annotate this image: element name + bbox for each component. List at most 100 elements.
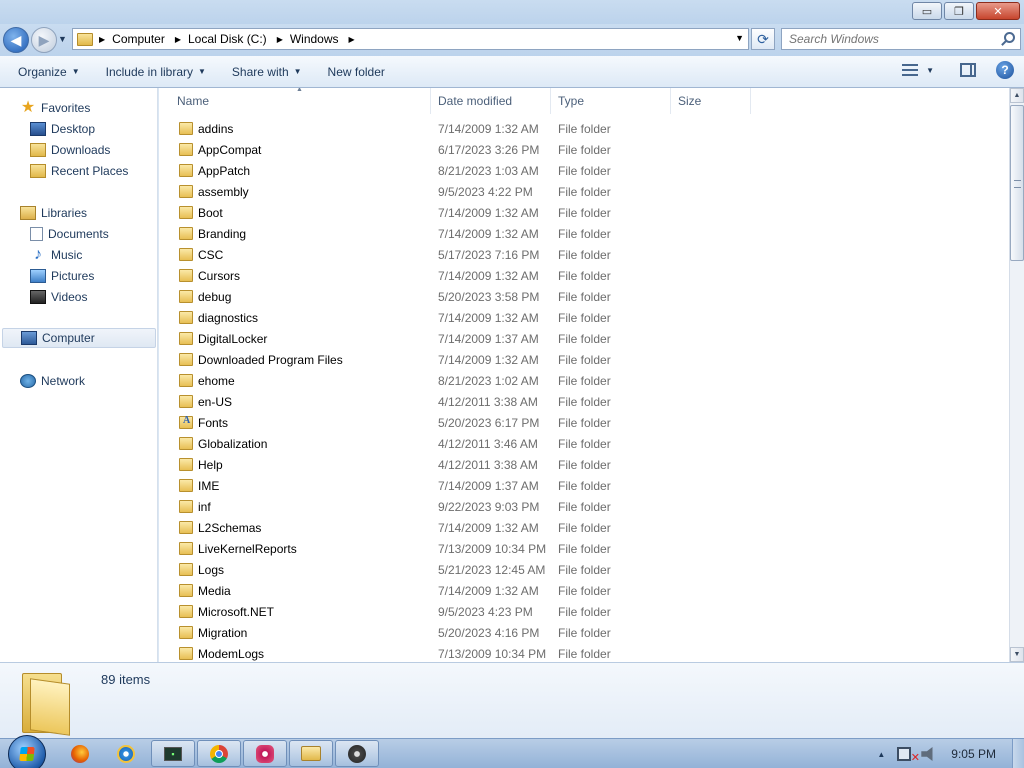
organize-button[interactable]: Organize ▼ (12, 60, 86, 84)
refresh-button[interactable]: ⟳ (751, 28, 775, 50)
clock[interactable]: 9:05 PM (951, 747, 996, 761)
vertical-scrollbar[interactable]: ▲ ▼ (1009, 88, 1024, 662)
scroll-down-button[interactable]: ▼ (1010, 647, 1024, 662)
nav-pictures[interactable]: Pictures (30, 266, 94, 286)
firefox-icon[interactable] (58, 740, 102, 767)
breadcrumb-arrow-icon[interactable]: ▶ (349, 35, 355, 44)
file-row[interactable]: L2Schemas 7/14/2009 1:32 AM File folder (159, 517, 1009, 538)
column-header-size[interactable]: Size (671, 88, 751, 114)
column-header-date-modified[interactable]: Date modified (431, 88, 551, 114)
file-name-cell[interactable]: Logs (159, 563, 431, 577)
file-row[interactable]: addins 7/14/2009 1:32 AM File folder (159, 118, 1009, 139)
nav-downloads[interactable]: Downloads (30, 140, 110, 160)
file-name-cell[interactable]: assembly (159, 185, 431, 199)
file-row[interactable]: Fonts 5/20/2023 6:17 PM File folder (159, 412, 1009, 433)
search-icon[interactable] (1004, 32, 1015, 43)
search-box[interactable] (781, 28, 1021, 50)
nav-network[interactable]: Network (20, 371, 85, 391)
file-row[interactable]: Media 7/14/2009 1:32 AM File folder (159, 580, 1009, 601)
breadcrumb-arrow-icon[interactable]: ▶ (99, 35, 105, 44)
disk-app-icon[interactable] (335, 740, 379, 767)
file-row[interactable]: Downloaded Program Files 7/14/2009 1:32 A… (159, 349, 1009, 370)
file-row[interactable]: DigitalLocker 7/14/2009 1:37 AM File folde… (159, 328, 1009, 349)
file-name-cell[interactable]: LiveKernelReports (159, 542, 431, 556)
file-row[interactable]: Help 4/12/2011 3:38 AM File folder (159, 454, 1009, 475)
file-name-cell[interactable]: en-US (159, 395, 431, 409)
file-name-cell[interactable]: L2Schemas (159, 521, 431, 535)
column-header-name[interactable]: Name ▲ (159, 88, 431, 114)
chrome-icon[interactable] (197, 740, 241, 767)
file-name-cell[interactable]: CSC (159, 248, 431, 262)
file-row[interactable]: Cursors 7/14/2009 1:32 AM File folder (159, 265, 1009, 286)
address-bar[interactable]: ▶ Computer ▶ Local Disk (C:) ▶ Windows ▶… (72, 28, 749, 50)
breadcrumb-arrow-icon[interactable]: ▶ (175, 35, 181, 44)
file-row[interactable]: Boot 7/14/2009 1:32 AM File folder (159, 202, 1009, 223)
file-row[interactable]: debug 5/20/2023 3:58 PM File folder (159, 286, 1009, 307)
file-name-cell[interactable]: debug (159, 290, 431, 304)
file-name-cell[interactable]: Help (159, 458, 431, 472)
volume-muted-icon[interactable] (921, 747, 933, 761)
file-name-cell[interactable]: Globalization (159, 437, 431, 451)
address-dropdown-icon[interactable]: ▼ (735, 33, 744, 43)
start-button[interactable] (8, 735, 46, 768)
nav-desktop[interactable]: Desktop (30, 119, 95, 139)
share-with-button[interactable]: Share with ▼ (226, 60, 308, 84)
file-row[interactable]: IME 7/14/2009 1:37 AM File folder (159, 475, 1009, 496)
nav-documents[interactable]: Documents (30, 224, 109, 244)
file-name-cell[interactable]: Cursors (159, 269, 431, 283)
internet-explorer-icon[interactable] (104, 740, 148, 767)
minimize-button[interactable]: ▭ (912, 2, 942, 20)
help-icon[interactable]: ? (996, 61, 1014, 79)
file-row[interactable]: assembly 9/5/2023 4:22 PM File folder (159, 181, 1009, 202)
file-row[interactable]: Logs 5/21/2023 12:45 AM File folder (159, 559, 1009, 580)
recent-pages-dropdown[interactable]: ▼ (58, 34, 67, 44)
breadcrumb-arrow-icon[interactable]: ▶ (277, 35, 283, 44)
file-row[interactable]: Microsoft.NET 9/5/2023 4:23 PM File folder (159, 601, 1009, 622)
breadcrumb-windows[interactable]: ▶ Windows (277, 32, 349, 46)
file-explorer-icon[interactable] (289, 740, 333, 767)
nav-recent-places[interactable]: Recent Places (30, 161, 128, 181)
file-name-cell[interactable]: ModemLogs (159, 647, 431, 661)
show-desktop-button[interactable] (1012, 739, 1024, 768)
nav-computer[interactable]: Computer (2, 328, 156, 348)
file-row[interactable]: diagnostics 7/14/2009 1:32 AM File folder (159, 307, 1009, 328)
close-button[interactable]: ✕ (976, 2, 1020, 20)
network-status-icon[interactable] (897, 747, 912, 761)
terminal-icon[interactable]: ▪ (151, 740, 195, 767)
file-name-cell[interactable]: AppCompat (159, 143, 431, 157)
include-in-library-button[interactable]: Include in library ▼ (100, 60, 212, 84)
file-row[interactable]: AppPatch 8/21/2023 1:03 AM File folder (159, 160, 1009, 181)
show-hidden-icons-icon[interactable]: ▲ (877, 750, 885, 759)
breadcrumb-label[interactable]: Windows (290, 32, 339, 46)
file-name-cell[interactable]: Boot (159, 206, 431, 220)
column-header-type[interactable]: Type (551, 88, 671, 114)
file-row[interactable]: AppCompat 6/17/2023 3:26 PM File folder (159, 139, 1009, 160)
file-row[interactable]: Migration 5/20/2023 4:16 PM File folder (159, 622, 1009, 643)
nav-music[interactable]: ♪ Music (30, 245, 82, 265)
preview-pane-icon[interactable] (960, 63, 976, 77)
file-row[interactable]: Branding 7/14/2009 1:32 AM File folder (159, 223, 1009, 244)
change-view-icon[interactable] (902, 64, 919, 76)
file-row[interactable]: en-US 4/12/2011 3:38 AM File folder (159, 391, 1009, 412)
breadcrumb-label[interactable]: Computer (112, 32, 165, 46)
file-name-cell[interactable]: Branding (159, 227, 431, 241)
scroll-up-button[interactable]: ▲ (1010, 88, 1024, 103)
file-name-cell[interactable]: DigitalLocker (159, 332, 431, 346)
settings-app-icon[interactable] (243, 740, 287, 767)
breadcrumb-local-disk[interactable]: ▶ Local Disk (C:) (175, 32, 277, 46)
nav-videos[interactable]: Videos (30, 287, 87, 307)
file-name-cell[interactable]: Migration (159, 626, 431, 640)
nav-libraries[interactable]: Libraries (20, 203, 87, 223)
file-name-cell[interactable]: ehome (159, 374, 431, 388)
file-row[interactable]: ehome 8/21/2023 1:02 AM File folder (159, 370, 1009, 391)
file-row[interactable]: ModemLogs 7/13/2009 10:34 PM File folder (159, 643, 1009, 662)
file-name-cell[interactable]: AppPatch (159, 164, 431, 178)
breadcrumb-computer[interactable]: ▶ Computer (99, 32, 175, 46)
file-name-cell[interactable]: diagnostics (159, 311, 431, 325)
back-button[interactable]: ◀ (3, 27, 29, 53)
file-name-cell[interactable]: Microsoft.NET (159, 605, 431, 619)
forward-button[interactable]: ▶ (31, 27, 57, 53)
search-input[interactable] (782, 32, 992, 46)
scroll-thumb[interactable] (1010, 105, 1024, 261)
file-name-cell[interactable]: Media (159, 584, 431, 598)
